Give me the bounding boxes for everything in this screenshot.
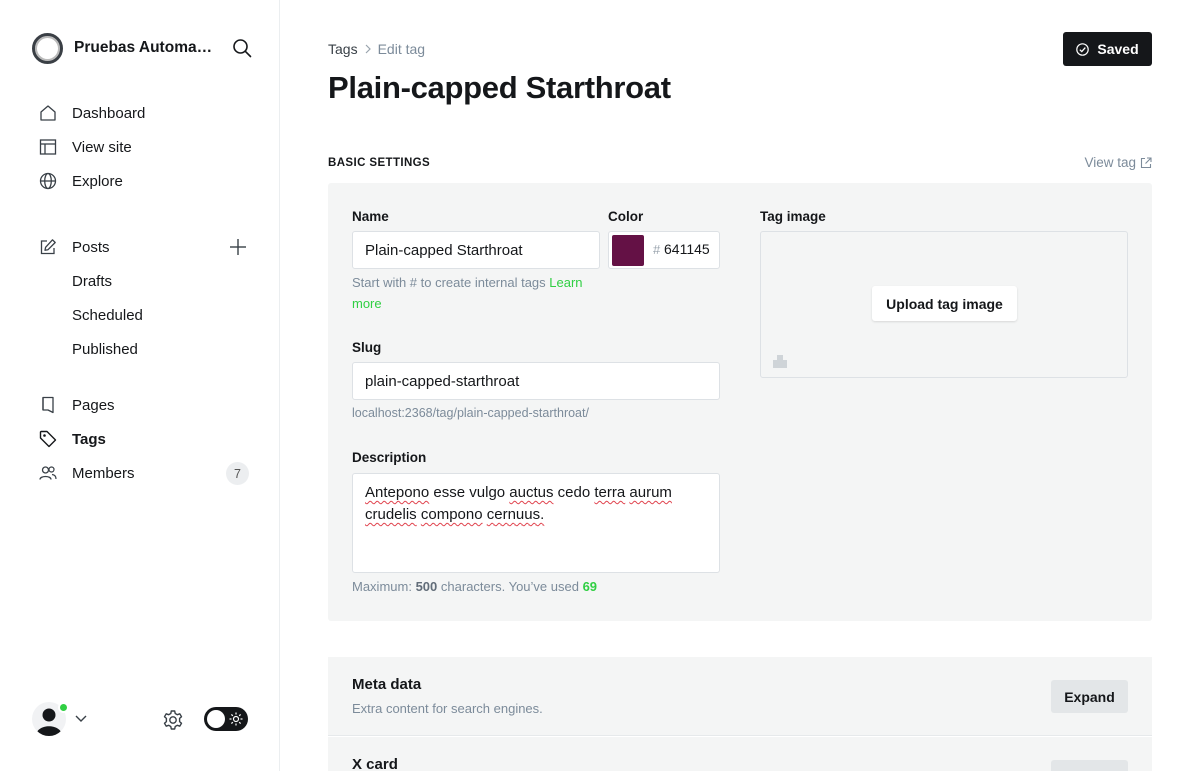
desc-word: cedo <box>557 484 591 501</box>
card-title: Meta data <box>352 676 422 693</box>
desc-word: aurum <box>629 484 672 501</box>
desc-word: compono <box>420 506 483 523</box>
site-name: Pruebas Automatizadas <box>74 39 214 56</box>
desc-max: 500 <box>415 579 438 594</box>
nav-drafts[interactable]: Drafts <box>32 264 252 298</box>
card-subtitle: Extra content for search engines. <box>352 701 543 716</box>
members-icon <box>38 463 58 483</box>
desc-word: Antepono <box>365 484 430 501</box>
members-count-badge: 7 <box>226 462 249 485</box>
breadcrumb-tags-link[interactable]: Tags <box>328 41 358 57</box>
add-post-icon[interactable] <box>228 237 248 257</box>
online-status-dot <box>58 702 69 713</box>
color-swatch[interactable] <box>612 235 644 266</box>
breadcrumb: Tags Edit tag <box>328 41 425 57</box>
posts-nav: Posts Drafts Scheduled Published <box>32 230 252 366</box>
name-hint-text: Start with # to create internal tags <box>352 275 546 290</box>
nav-tags[interactable]: Tags <box>32 422 252 456</box>
nav-label: View site <box>72 138 132 156</box>
meta-data-card: Meta data Extra content for search engin… <box>328 657 1152 736</box>
nav-view-site[interactable]: View site <box>32 130 252 164</box>
desc-word: vulgo <box>469 484 506 501</box>
external-link-icon <box>1140 156 1152 168</box>
section-title: BASIC SETTINGS <box>328 157 431 169</box>
description-textarea[interactable]: Antepono esse vulgo auctus cedo terra au… <box>352 473 720 573</box>
chevron-right-icon <box>365 44 371 54</box>
primary-nav: Dashboard View site Explore <box>32 96 252 198</box>
brand[interactable]: Pruebas Automatizadas <box>32 32 252 64</box>
saved-button[interactable]: Saved <box>1063 32 1152 66</box>
theme-toggle[interactable] <box>204 707 248 731</box>
slug-url: localhost:2368/tag/plain-capped-starthro… <box>352 406 589 420</box>
desc-word: terra <box>594 484 626 501</box>
sidebar: Pruebas Automatizadas Dashboard View sit… <box>0 0 280 771</box>
name-value: Plain-capped Starthroat <box>365 241 523 259</box>
site-logo <box>32 32 63 64</box>
description-label: Description <box>352 450 427 465</box>
nav-published[interactable]: Published <box>32 332 252 366</box>
slug-label: Slug <box>352 340 382 355</box>
expand-button[interactable]: Expand <box>1051 760 1128 771</box>
desc-word: esse <box>433 484 466 501</box>
color-label: Color <box>608 209 644 224</box>
nav-label: Pages <box>72 396 115 414</box>
view-tag-link[interactable]: View tag <box>1084 155 1152 170</box>
nav-scheduled[interactable]: Scheduled <box>32 298 252 332</box>
nav-label: Tags <box>72 430 106 448</box>
nav-label: Explore <box>72 172 123 190</box>
desc-hint-prefix: Maximum: <box>352 579 412 594</box>
home-icon <box>38 103 58 123</box>
tag-icon <box>38 429 58 449</box>
nav-label: Published <box>72 340 138 358</box>
toggle-knob <box>207 710 225 728</box>
search-icon[interactable] <box>232 38 252 58</box>
gear-icon[interactable] <box>162 709 184 731</box>
card-title: X card <box>352 756 398 771</box>
tag-image-dropzone[interactable]: Upload tag image <box>760 231 1128 378</box>
nav-dashboard[interactable]: Dashboard <box>32 96 252 130</box>
basic-settings-panel: Name Plain-capped Starthroat Start with … <box>328 183 1152 621</box>
layout-icon <box>38 137 58 157</box>
chevron-down-icon[interactable] <box>74 711 88 725</box>
sidebar-footer <box>32 700 252 738</box>
sun-icon <box>229 712 243 726</box>
slug-input[interactable]: plain-capped-starthroat <box>352 362 720 400</box>
breadcrumb-current: Edit tag <box>377 41 426 57</box>
name-label: Name <box>352 209 389 224</box>
name-hint: Start with # to create internal tags Lea… <box>352 272 602 314</box>
nav-explore[interactable]: Explore <box>32 164 252 198</box>
slug-value: plain-capped-starthroat <box>365 372 520 390</box>
expand-button[interactable]: Expand <box>1051 680 1128 713</box>
desc-used: 69 <box>582 579 598 594</box>
nav-label: Dashboard <box>72 104 146 122</box>
tag-image-label: Tag image <box>760 209 826 224</box>
desc-word: auctus <box>509 484 554 501</box>
color-hex-input[interactable]: 641145 <box>664 241 710 257</box>
x-card-card: X card Expand <box>328 737 1152 771</box>
desc-hint-mid: characters. You’ve used <box>440 579 579 594</box>
description-hint: Maximum: 500 characters. You’ve used 69 <box>352 576 597 597</box>
secondary-nav: Pages Tags Members 7 <box>32 388 252 490</box>
image-placeholder-icon <box>773 355 787 368</box>
desc-word: crudelis <box>365 506 417 523</box>
hash-prefix: # <box>653 242 661 257</box>
nav-label: Posts <box>72 238 110 256</box>
check-circle-icon <box>1076 42 1090 56</box>
color-field[interactable]: # 641145 <box>608 231 720 269</box>
saved-label: Saved <box>1097 41 1139 57</box>
upload-tag-image-button[interactable]: Upload tag image <box>872 286 1017 321</box>
nav-label: Members <box>72 464 135 482</box>
nav-posts[interactable]: Posts <box>32 230 252 264</box>
nav-members[interactable]: Members 7 <box>32 456 252 490</box>
nav-label: Drafts <box>72 272 113 290</box>
pages-icon <box>38 395 58 415</box>
nav-label: Scheduled <box>72 306 143 324</box>
page-title: Plain-capped Starthroat <box>328 70 671 105</box>
view-tag-label: View tag <box>1084 155 1136 170</box>
desc-word: cernuus. <box>486 506 545 523</box>
edit-icon <box>38 237 58 257</box>
name-input[interactable]: Plain-capped Starthroat <box>352 231 600 269</box>
nav-pages[interactable]: Pages <box>32 388 252 422</box>
globe-icon <box>38 171 58 191</box>
